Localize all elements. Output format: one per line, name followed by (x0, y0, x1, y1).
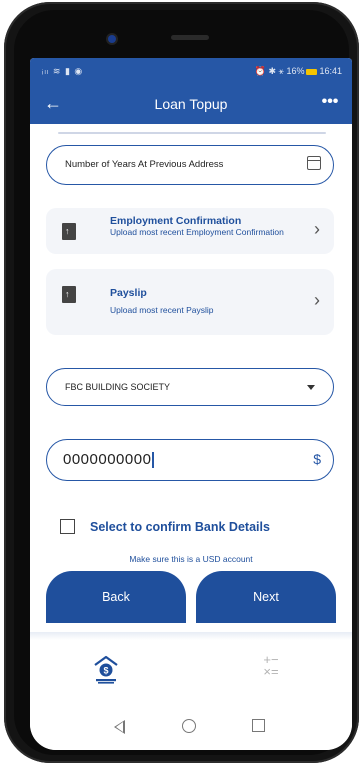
account-number-value: 0000000000 (63, 451, 152, 468)
phone-frame: ᵢₗₗ ≋ ▮ ◉ ⏰ ✱ ⚹ 16% 16:41 ← Loan Topup ••… (4, 2, 359, 763)
file-upload-icon: ↑ (62, 286, 76, 303)
calendar-icon[interactable] (307, 156, 321, 170)
dollar-icon: $ (313, 451, 321, 467)
years-field-placeholder: Number of Years At Previous Address (65, 159, 224, 170)
tab-bar-shadow (30, 632, 352, 640)
confirm-bank-details-checkbox[interactable] (60, 519, 75, 534)
system-nav-bar (30, 706, 352, 750)
chevron-right-icon: › (314, 290, 320, 310)
account-number-input[interactable]: 0000000000 $ (46, 439, 334, 481)
status-bar: ᵢₗₗ ≋ ▮ ◉ ⏰ ✱ ⚹ 16% 16:41 (30, 58, 352, 84)
payslip-card-subtitle: Upload most recent Payslip (110, 305, 214, 315)
status-time: 16:41 (319, 66, 342, 76)
nav-back-icon[interactable] (114, 720, 125, 734)
battery-icon (306, 68, 318, 75)
svg-text:$: $ (103, 666, 108, 676)
years-at-previous-address-field[interactable]: Number of Years At Previous Address (46, 145, 334, 185)
front-camera (108, 35, 116, 43)
status-icons-text: ⏰ ✱ ⚹ 16% (254, 66, 305, 76)
bank-select-value: FBC BUILDING SOCIETY (65, 382, 171, 392)
previous-field-edge (58, 132, 326, 134)
more-options-button[interactable]: ••• (318, 92, 342, 114)
dropdown-caret-icon (307, 385, 315, 390)
nav-home-icon[interactable] (182, 719, 196, 733)
bank-money-icon[interactable]: $ (93, 654, 119, 684)
app-bar: ← Loan Topup ••• (30, 84, 352, 124)
back-button[interactable]: Back (46, 571, 186, 623)
employment-confirmation-card[interactable]: ↑ Employment Confirmation Upload most re… (46, 208, 334, 254)
payslip-card[interactable]: ↑ Payslip Upload most recent Payslip › (46, 269, 334, 335)
employment-card-subtitle: Upload most recent Employment Confirmati… (110, 227, 284, 237)
earpiece-speaker (171, 35, 209, 40)
employment-card-title: Employment Confirmation (110, 215, 242, 227)
form-content: Number of Years At Previous Address ↑ Em… (30, 124, 352, 632)
status-right: ⏰ ✱ ⚹ 16% 16:41 (255, 66, 342, 77)
file-upload-icon: ↑ (62, 223, 76, 240)
page-title: Loan Topup (154, 96, 228, 112)
confirm-bank-details-label[interactable]: Select to confirm Bank Details (90, 520, 270, 534)
text-cursor (152, 452, 154, 469)
calculator-icon[interactable]: +− ×= (258, 653, 284, 680)
account-number-text: 0000000000 (63, 451, 154, 469)
phone-screen: ᵢₗₗ ≋ ▮ ◉ ⏰ ✱ ⚹ 16% 16:41 ← Loan Topup ••… (30, 58, 352, 750)
signal-wifi-icons: ᵢₗₗ ≋ ▮ ◉ (42, 66, 84, 76)
chevron-right-icon: › (314, 219, 320, 239)
bank-select[interactable]: FBC BUILDING SOCIETY (46, 368, 334, 406)
nav-recent-apps-icon[interactable] (252, 719, 265, 732)
next-button[interactable]: Next (196, 571, 336, 623)
bottom-tab-bar: $ +− ×= (30, 640, 352, 700)
usd-account-note: Make sure this is a USD account (129, 554, 253, 564)
payslip-card-title: Payslip (110, 287, 147, 299)
